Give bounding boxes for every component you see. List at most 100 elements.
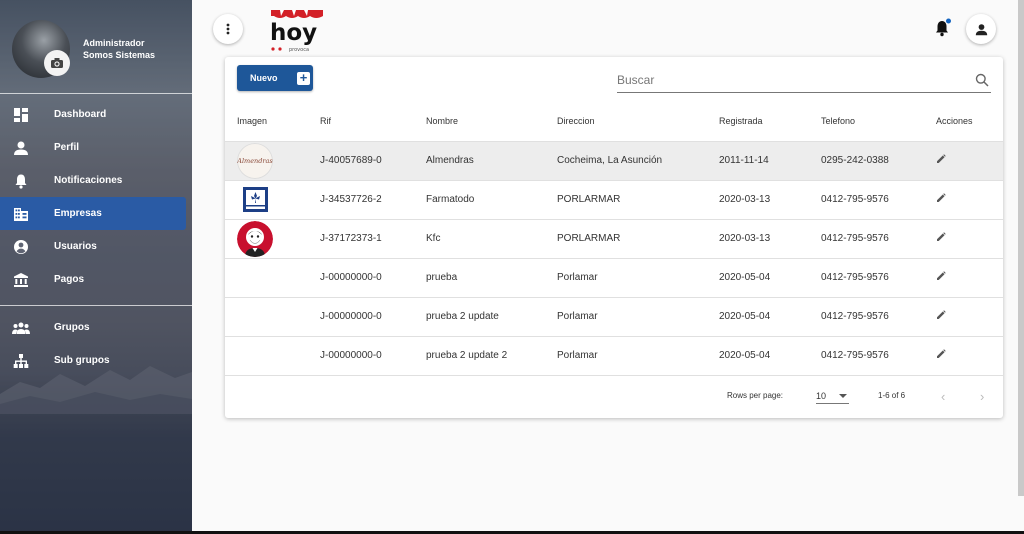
people-icon — [12, 319, 30, 337]
cell-nombre: Almendras — [414, 141, 545, 181]
cell-registrada: 2020-03-13 — [707, 180, 809, 220]
cell-acciones — [924, 297, 1003, 337]
cell-imagen: Almendras — [225, 141, 308, 181]
sidebar-divider — [0, 305, 192, 306]
sidebar-item-dashboard[interactable]: Dashboard — [0, 98, 192, 131]
table-row[interactable]: J-34537726-2 Farmatodo PORLARMAR 2020-03… — [225, 180, 1003, 220]
cell-registrada: 2020-05-04 — [707, 258, 809, 298]
search-icon[interactable] — [975, 73, 989, 87]
farmatodo-logo — [243, 187, 268, 212]
rows-per-page-select[interactable]: 10 — [816, 386, 849, 404]
new-company-button[interactable]: Nuevo + — [237, 65, 313, 91]
edit-icon[interactable] — [936, 232, 946, 245]
cell-rif: J-00000000-0 — [308, 297, 414, 337]
almendras-logo: Almendras — [237, 142, 273, 179]
table-row[interactable]: J-00000000-0 prueba Porlamar 2020-05-04 … — [225, 258, 1003, 298]
cell-direccion: PORLARMAR — [545, 219, 707, 259]
column-header-nombre[interactable]: Nombre — [414, 102, 545, 142]
person-icon — [975, 23, 987, 35]
sidebar-item-grupos[interactable]: Grupos — [0, 311, 192, 344]
sidebar-item-subgrupos[interactable]: Sub grupos — [0, 344, 192, 377]
table-row[interactable]: J-00000000-0 prueba 2 update 2 Porlamar … — [225, 336, 1003, 376]
brand-name: hoy — [270, 20, 317, 46]
cell-telefono: 0412-795-9576 — [809, 219, 924, 259]
next-page-icon[interactable]: › — [980, 389, 984, 404]
cell-nombre: Kfc — [414, 219, 545, 259]
sidebar-item-label: Usuarios — [54, 241, 97, 252]
more-vert-button[interactable] — [213, 14, 243, 44]
cell-imagen — [225, 258, 308, 298]
search-field[interactable] — [617, 69, 991, 93]
cell-acciones — [924, 180, 1003, 220]
cell-registrada: 2020-05-04 — [707, 336, 809, 376]
cell-registrada: 2011-11-14 — [707, 141, 809, 181]
new-button-label: Nuevo — [250, 73, 278, 83]
pagination-range: 1-6 of 6 — [878, 391, 906, 400]
cell-imagen — [225, 336, 308, 376]
cell-imagen — [225, 297, 308, 337]
sidebar-item-label: Notificaciones — [54, 175, 123, 186]
edit-icon[interactable] — [936, 271, 946, 284]
rows-per-page-label: Rows per page: — [727, 391, 784, 400]
cell-nombre: prueba — [414, 258, 545, 298]
cell-acciones — [924, 219, 1003, 259]
cell-acciones — [924, 141, 1003, 181]
scrollbar[interactable] — [1018, 0, 1024, 496]
table-header-row: Imagen Rif Nombre Direccion Registrada T… — [225, 102, 1003, 142]
column-header-acciones: Acciones — [924, 102, 1003, 142]
notification-dot — [946, 18, 951, 24]
edit-icon[interactable] — [936, 349, 946, 362]
edit-icon[interactable] — [936, 154, 946, 167]
sidebar-item-pagos[interactable]: Pagos — [0, 263, 192, 296]
cell-registrada: 2020-03-13 — [707, 219, 809, 259]
search-input[interactable] — [617, 69, 957, 91]
table-row[interactable]: J-37172373-1 Kfc PORLARMAR 2020-03-13 04… — [225, 219, 1003, 259]
brand-tagline: provoca — [289, 47, 309, 52]
profile-company: Somos Sistemas — [83, 50, 156, 60]
companies-card: Nuevo + Imagen Rif Nombre Direccion Regi… — [225, 57, 1003, 418]
profile-role: Administrador — [83, 38, 145, 48]
cell-direccion: Porlamar — [545, 297, 707, 337]
sidebar-item-usuarios[interactable]: Usuarios — [0, 230, 192, 263]
column-header-telefono[interactable]: Telefono — [809, 102, 924, 142]
camera-icon[interactable] — [44, 50, 70, 76]
sidebar-item-label: Dashboard — [54, 109, 107, 120]
rows-per-page-value: 10 — [816, 391, 827, 401]
cell-direccion: Porlamar — [545, 258, 707, 298]
sidebar-item-perfil[interactable]: Perfil — [0, 131, 192, 164]
cell-rif: J-00000000-0 — [308, 336, 414, 376]
column-header-registrada[interactable]: Registrada — [707, 102, 809, 142]
cell-registrada: 2020-05-04 — [707, 297, 809, 337]
cell-direccion: PORLARMAR — [545, 180, 707, 220]
account-button[interactable] — [966, 14, 996, 44]
sidebar-item-notificaciones[interactable]: Notificaciones — [0, 164, 192, 197]
bank-icon — [12, 271, 30, 289]
cell-rif: J-00000000-0 — [308, 258, 414, 298]
sidebar-item-label: Pagos — [54, 274, 85, 285]
sidebar-item-label: Grupos — [54, 322, 90, 333]
cell-telefono: 0412-795-9576 — [809, 258, 924, 298]
previous-page-icon[interactable]: ‹ — [941, 389, 945, 404]
column-header-imagen[interactable]: Imagen — [225, 102, 308, 142]
cell-imagen — [225, 180, 308, 220]
sidebar-item-empresas[interactable]: Empresas — [0, 197, 186, 230]
table-row[interactable]: Almendras J-40057689-0 Almendras Cocheim… — [225, 141, 1003, 181]
dashboard-icon — [12, 106, 30, 124]
add-box-icon: + — [297, 71, 310, 85]
bell-icon — [12, 172, 30, 190]
sidebar-item-label: Sub grupos — [54, 355, 110, 366]
edit-icon[interactable] — [936, 310, 946, 323]
edit-icon[interactable] — [936, 193, 946, 206]
top-bar: hoy provoca — [192, 0, 1024, 56]
cell-direccion: Cocheima, La Asunción — [545, 141, 707, 181]
table-row[interactable]: J-00000000-0 prueba 2 update Porlamar 20… — [225, 297, 1003, 337]
cell-telefono: 0412-795-9576 — [809, 180, 924, 220]
cell-rif: J-37172373-1 — [308, 219, 414, 259]
brand-logo[interactable]: hoy provoca — [267, 6, 327, 53]
cell-direccion: Porlamar — [545, 336, 707, 376]
column-header-rif[interactable]: Rif — [308, 102, 414, 142]
column-header-direccion[interactable]: Direccion — [545, 102, 707, 142]
cell-telefono: 0295-242-0388 — [809, 141, 924, 181]
notifications-button[interactable] — [934, 18, 952, 38]
more-vert-icon — [226, 23, 230, 35]
